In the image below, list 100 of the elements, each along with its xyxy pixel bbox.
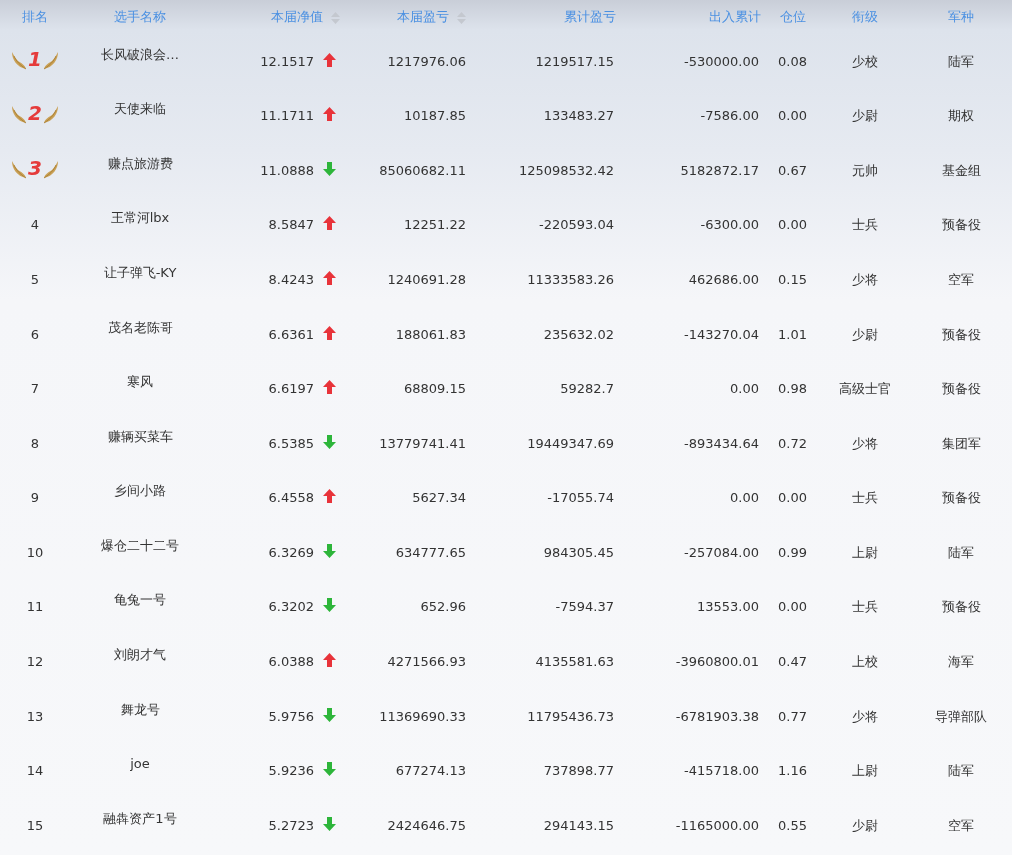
table-cell-text: 预备役 [940, 325, 982, 344]
table-cell-text: 652.96 [419, 598, 467, 617]
table-cell-text: 0.72 [777, 434, 808, 453]
net-value: 6.3269 [268, 544, 314, 560]
table-cell-text: 基金组 [940, 161, 982, 180]
table-cell-text: 陆军 [947, 543, 975, 562]
table-cell-text: 737898.77 [542, 762, 615, 781]
table-cell-text: 19449347.69 [526, 434, 615, 453]
rank-number: 14 [25, 762, 45, 781]
table-cell-text: -220593.04 [538, 216, 615, 235]
laurel-medal: 1 [11, 47, 59, 70]
net-value: 5.9756 [268, 708, 314, 724]
rank-number: 11 [25, 598, 45, 617]
rank-number: 9 [29, 489, 41, 508]
table-cell-text: 188061.83 [394, 325, 467, 344]
table-cell-text: 85060682.11 [378, 161, 467, 180]
net-value: 6.0388 [268, 654, 314, 670]
table-cell-text: 导弹部队 [934, 707, 988, 726]
table-cell-text: 上尉 [851, 543, 879, 562]
player-name: joe [130, 755, 150, 774]
table-cell-text: 11795436.73 [526, 707, 615, 726]
table-cell-text: 10187.85 [402, 107, 467, 126]
table-cell-text: 11333583.26 [526, 270, 615, 289]
table-cell-text: 士兵 [851, 489, 879, 508]
table-cell-text: 1.01 [777, 325, 808, 344]
table-cell-text: -7594.37 [554, 598, 615, 617]
table-cell-text: 士兵 [851, 216, 879, 235]
player-name: 融犇资产1号 [103, 809, 177, 828]
table-cell-text: 士兵 [851, 598, 879, 617]
player-name: 茂名老陈哥 [107, 318, 173, 337]
table-cell-text: 1.16 [777, 762, 808, 781]
table-cell-text: 0.00 [777, 216, 808, 235]
net-value: 6.3202 [268, 599, 314, 615]
player-name: 天使来临 [114, 100, 166, 119]
table-cell-text: 期权 [947, 107, 975, 126]
column-header[interactable]: 本届盈亏 [397, 9, 449, 25]
column-header: 选手名称 [113, 8, 167, 27]
table-cell-text: 0.99 [777, 543, 808, 562]
table-cell-text: -6300.00 [699, 216, 760, 235]
table-cell-text: -257084.00 [683, 543, 760, 562]
net-value: 6.6197 [268, 381, 314, 397]
table-cell-text: -1165000.00 [674, 816, 760, 835]
table-cell-text: 5627.34 [411, 489, 467, 508]
table-cell-text: 984305.45 [542, 543, 615, 562]
net-value: 5.9236 [268, 763, 314, 779]
table-cell-text: 294143.15 [542, 816, 615, 835]
table-cell-text: 少尉 [851, 107, 879, 126]
table-cell-text: 634777.65 [394, 543, 467, 562]
table-cell-text: 上尉 [851, 762, 879, 781]
table-cell-text: 元帅 [851, 161, 879, 180]
player-name: 王常河lbx [110, 209, 170, 228]
table-cell-text: 0.00 [729, 380, 760, 399]
laurel-medal: 2 [11, 102, 59, 125]
table-cell-text: 0.08 [777, 52, 808, 71]
table-cell-text: 13553.00 [695, 598, 760, 617]
table-cell-text: -893434.64 [683, 434, 760, 453]
table-cell-text: 5182872.17 [679, 161, 760, 180]
sort-icon[interactable] [331, 11, 340, 24]
table-cell-text: 少将 [851, 707, 879, 726]
sort-icon[interactable] [457, 11, 466, 24]
rank-number: 13 [25, 707, 45, 726]
rank-number: 4 [29, 216, 41, 235]
table-cell-text: 68809.15 [402, 380, 467, 399]
rank-number: 5 [29, 270, 41, 289]
table-cell-text: 0.15 [777, 270, 808, 289]
table-cell-text: -143270.04 [683, 325, 760, 344]
player-name: 爆仓二十二号 [101, 536, 179, 555]
table-cell-text: 预备役 [940, 598, 982, 617]
column-header[interactable]: 本届净值 [271, 9, 323, 25]
player-name: 龟兔一号 [114, 591, 166, 610]
table-cell-text: 预备役 [940, 489, 982, 508]
table-cell-text: 0.67 [777, 161, 808, 180]
net-value: 12.1517 [260, 53, 314, 69]
player-name: 乡间小路 [114, 482, 166, 501]
player-name: 刘朗才气 [114, 646, 166, 665]
net-value: 6.4558 [268, 490, 314, 506]
table-cell-text: 1217976.06 [386, 52, 467, 71]
net-value: 8.4243 [268, 271, 314, 287]
rank-number: 8 [29, 434, 41, 453]
table-cell-text: 少尉 [851, 325, 879, 344]
table-cell-text: 预备役 [940, 216, 982, 235]
table-cell-text: -530000.00 [683, 52, 760, 71]
table-cell-text: 0.00 [777, 107, 808, 126]
table-cell-text: 4135581.63 [534, 653, 615, 672]
net-value: 11.0888 [260, 162, 314, 178]
table-cell-text: -7586.00 [699, 107, 760, 126]
player-name: 赚点旅游费 [107, 154, 173, 173]
column-header: 仓位 [778, 8, 807, 27]
table-cell-text: 0.47 [777, 653, 808, 672]
table-cell-text: 空军 [947, 816, 975, 835]
player-name: 寒风 [127, 373, 153, 392]
table-cell-text: -415718.00 [683, 762, 760, 781]
column-header: 军种 [947, 8, 975, 27]
table-cell-text: 0.00 [777, 598, 808, 617]
table-cell-text: 少将 [851, 434, 879, 453]
table-cell-text: 少尉 [851, 816, 879, 835]
table-cell-text: 高级士官 [838, 380, 892, 399]
table-cell-text: 2424646.75 [386, 816, 467, 835]
column-header: 累计盈亏 [563, 8, 617, 27]
table-cell-text: 12251.22 [402, 216, 467, 235]
